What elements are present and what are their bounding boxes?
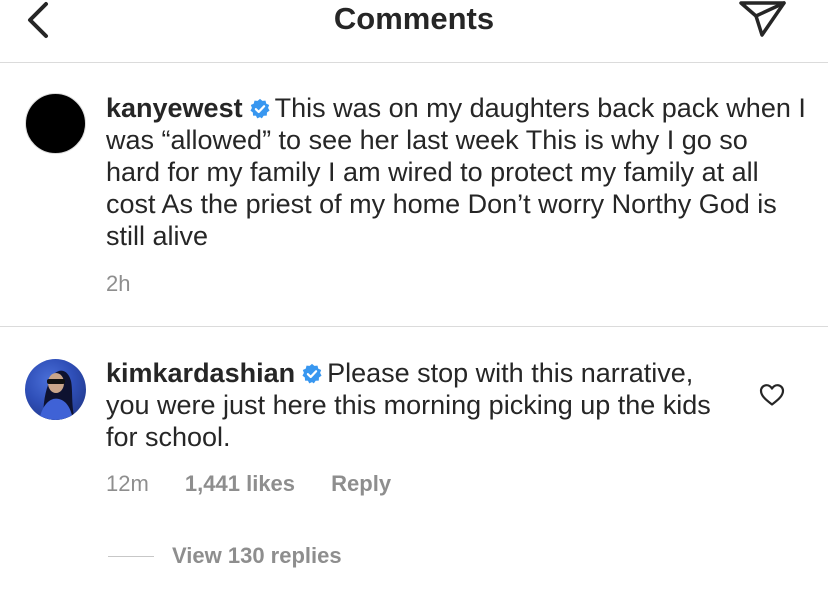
comment-body: kanyewest This was on my daughters back …: [106, 92, 806, 252]
username[interactable]: kimkardashian: [106, 358, 295, 388]
comments-header: Comments: [0, 0, 828, 63]
paper-plane-icon: [739, 1, 786, 37]
comment-meta: 12m 1,441 likes Reply: [106, 470, 391, 498]
view-replies-button[interactable]: View 130 replies: [172, 541, 342, 571]
replies-line: [108, 556, 154, 557]
avatar[interactable]: [25, 359, 86, 420]
timestamp: 2h: [106, 271, 131, 296]
like-button[interactable]: [759, 383, 785, 407]
share-button[interactable]: [736, 0, 790, 40]
reply-button[interactable]: Reply: [331, 470, 391, 498]
heart-icon: [759, 384, 785, 406]
page-title: Comments: [333, 1, 495, 36]
username[interactable]: kanyewest: [106, 93, 243, 123]
comment-body: kimkardashian Please stop with this narr…: [106, 357, 736, 453]
avatar[interactable]: [25, 93, 86, 154]
avatar-photo-icon: [39, 370, 75, 420]
verified-badge-icon: [302, 363, 322, 384]
divider: [0, 326, 828, 327]
verified-badge-icon: [250, 98, 270, 119]
likes-count[interactable]: 1,441 likes: [185, 470, 295, 498]
comment-meta: 2h: [106, 270, 130, 298]
timestamp: 12m: [106, 471, 149, 496]
